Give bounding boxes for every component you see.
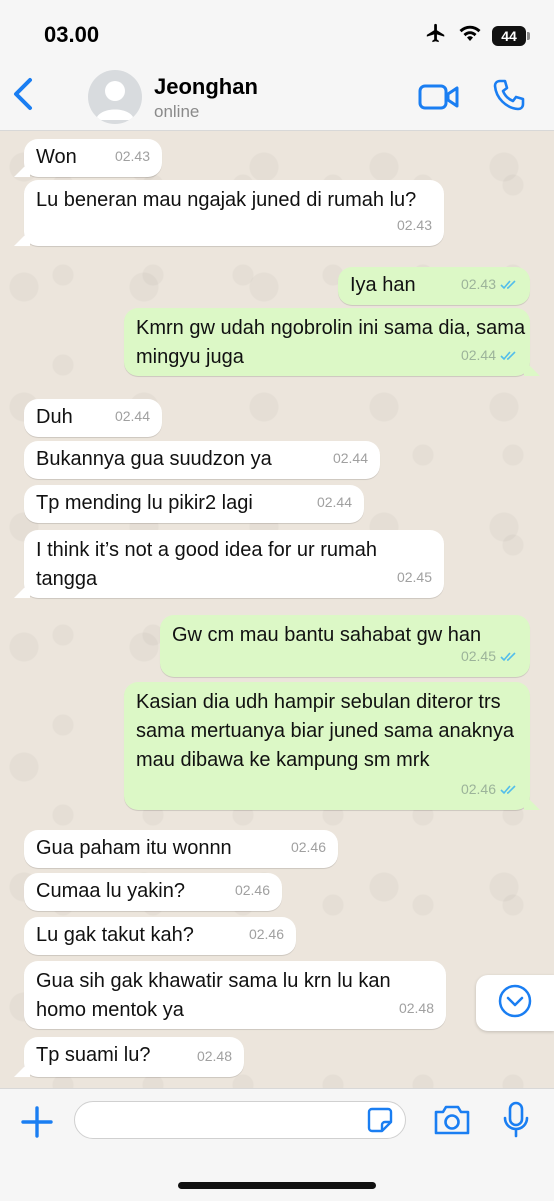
message-bubble-incoming[interactable]: Won 02.43 bbox=[24, 139, 162, 177]
back-button[interactable] bbox=[10, 76, 36, 116]
message-time: 02.44 bbox=[114, 408, 150, 424]
message-text: Gua paham itu wonnn bbox=[36, 837, 232, 859]
message-bubble-incoming[interactable]: Bukannya gua suudzon ya 02.44 bbox=[24, 441, 380, 479]
message-time: 02.46 bbox=[234, 882, 270, 898]
video-call-button[interactable] bbox=[418, 82, 460, 112]
message-time: 02.43 bbox=[396, 217, 432, 233]
message-text: Tp mending lu pikir2 lagi bbox=[36, 492, 253, 514]
message-bubble-incoming[interactable]: Gua paham itu wonnn 02.46 bbox=[24, 830, 338, 868]
message-bubble-outgoing[interactable]: Kasian dia udh hampir sebulan diteror tr… bbox=[124, 682, 530, 810]
message-bubble-outgoing[interactable]: Gw cm mau bantu sahabat gw han 02.45 bbox=[160, 615, 530, 677]
message-time: 02.45 bbox=[396, 569, 432, 585]
contact-name[interactable]: Jeonghan bbox=[154, 74, 258, 100]
message-bubble-outgoing[interactable]: Iya han 02.43 bbox=[338, 267, 530, 305]
status-icons: 44 bbox=[424, 22, 530, 49]
sticker-button[interactable] bbox=[366, 1106, 394, 1134]
message-time: 02.48 bbox=[196, 1048, 232, 1064]
message-text: Tp suami lu? bbox=[36, 1044, 151, 1066]
video-camera-icon bbox=[418, 84, 460, 116]
message-bubble-incoming[interactable]: I think it’s not a good idea for ur ruma… bbox=[24, 530, 444, 598]
message-text: Gua sih gak khawatir sama lu krn lu kan … bbox=[36, 970, 391, 1021]
chat-header: Jeonghan online bbox=[0, 62, 554, 131]
sticker-icon bbox=[366, 1107, 394, 1138]
plus-icon bbox=[18, 1106, 56, 1145]
message-list[interactable]: Won 02.43 Lu beneran mau ngajak juned di… bbox=[0, 131, 554, 1088]
message-bubble-incoming[interactable]: Tp mending lu pikir2 lagi 02.44 bbox=[24, 485, 364, 523]
home-indicator bbox=[178, 1182, 376, 1189]
attach-button[interactable] bbox=[18, 1103, 56, 1141]
message-text: Lu beneran mau ngajak juned di rumah lu? bbox=[36, 189, 417, 211]
message-text: Won bbox=[36, 146, 77, 168]
message-bubble-incoming[interactable]: Tp suami lu? 02.48 bbox=[24, 1037, 244, 1077]
message-time: 02.46 bbox=[248, 926, 284, 942]
default-avatar-icon bbox=[96, 81, 134, 120]
message-input[interactable] bbox=[74, 1101, 406, 1139]
chevron-left-icon bbox=[12, 77, 34, 116]
status-bar: 03.00 44 bbox=[0, 0, 554, 62]
message-time: 02.44 bbox=[316, 494, 352, 510]
message-bubble-incoming[interactable]: Duh 02.44 bbox=[24, 399, 162, 437]
message-bubble-incoming[interactable]: Lu gak takut kah? 02.46 bbox=[24, 917, 296, 955]
camera-button[interactable] bbox=[432, 1103, 472, 1137]
double-check-icon bbox=[500, 351, 516, 361]
phone-icon bbox=[492, 79, 526, 116]
voice-message-button[interactable] bbox=[502, 1101, 530, 1139]
microphone-icon bbox=[502, 1101, 530, 1143]
message-text: Lu gak takut kah? bbox=[36, 924, 194, 946]
message-bubble-incoming[interactable]: Lu beneran mau ngajak juned di rumah lu?… bbox=[24, 180, 444, 246]
message-time: 02.48 bbox=[398, 1000, 434, 1016]
double-check-icon bbox=[500, 785, 516, 795]
avatar[interactable] bbox=[88, 70, 142, 124]
message-bubble-outgoing[interactable]: Kmrn gw udah ngobrolin ini sama dia, sam… bbox=[124, 308, 530, 376]
double-check-icon bbox=[500, 652, 516, 662]
battery-indicator: 44 bbox=[492, 25, 530, 46]
wifi-icon bbox=[458, 23, 482, 48]
message-time: 02.44 bbox=[332, 450, 368, 466]
message-bubble-incoming[interactable]: Gua sih gak khawatir sama lu krn lu kan … bbox=[24, 961, 446, 1029]
double-check-icon bbox=[500, 280, 516, 290]
message-text: Iya han bbox=[350, 274, 416, 296]
message-text: Kasian dia udh hampir sebulan diteror tr… bbox=[136, 691, 514, 771]
message-time: 02.46 bbox=[290, 839, 326, 855]
message-text: Cumaa lu yakin? bbox=[36, 880, 185, 902]
scroll-to-bottom-button[interactable] bbox=[476, 975, 554, 1031]
message-time: 02.43 bbox=[114, 148, 150, 164]
contact-status: online bbox=[154, 102, 200, 121]
camera-icon bbox=[432, 1105, 472, 1141]
status-time: 03.00 bbox=[44, 22, 100, 47]
message-time: 02.44 bbox=[461, 341, 518, 370]
airplane-icon bbox=[424, 22, 448, 49]
message-time: 02.45 bbox=[461, 642, 518, 671]
message-bubble-incoming[interactable]: Cumaa lu yakin? 02.46 bbox=[24, 873, 282, 911]
message-text: I think it’s not a good idea for ur ruma… bbox=[36, 539, 377, 590]
message-time: 02.43 bbox=[461, 270, 518, 299]
message-text: Duh bbox=[36, 406, 73, 428]
message-time: 02.46 bbox=[461, 775, 518, 804]
voice-call-button[interactable] bbox=[492, 78, 526, 112]
message-text: Bukannya gua suudzon ya bbox=[36, 448, 272, 470]
chevron-down-circle-icon bbox=[497, 983, 533, 1024]
